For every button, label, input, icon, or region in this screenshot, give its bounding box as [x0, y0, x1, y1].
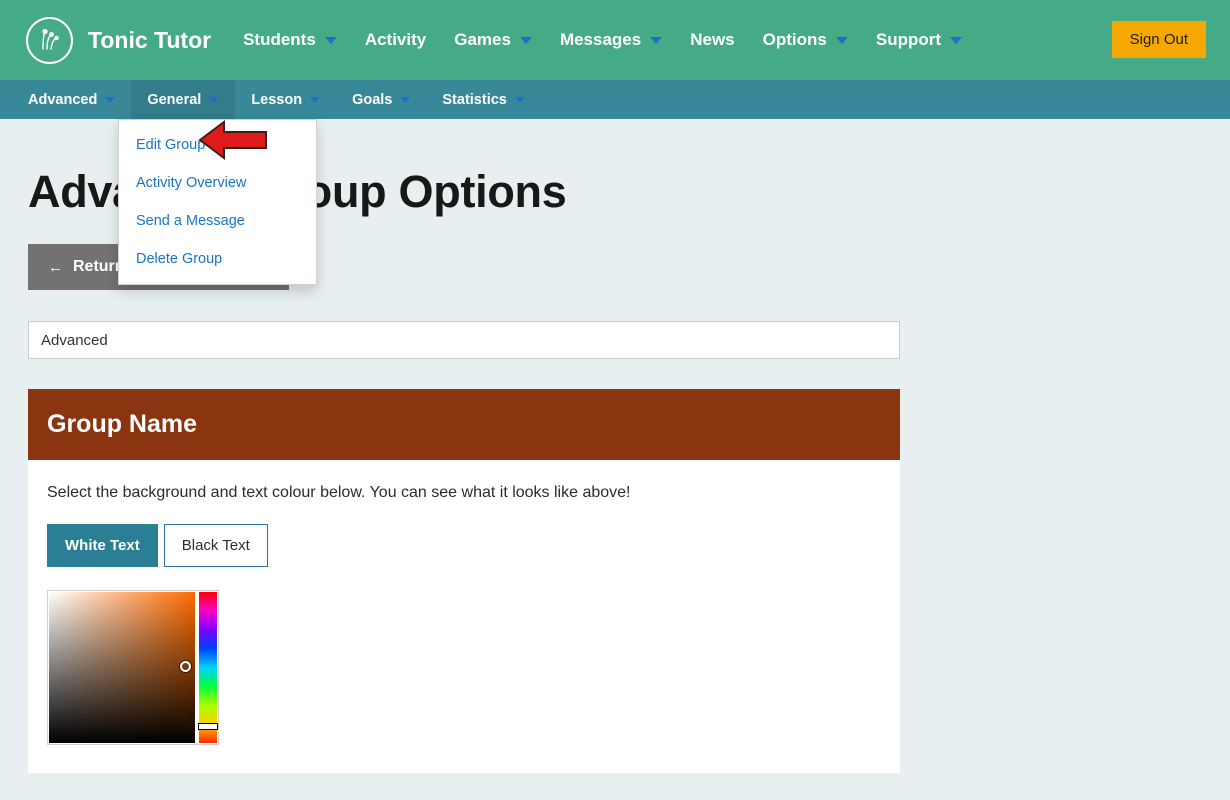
- subnav-item-label: Lesson: [251, 91, 303, 108]
- subnav-item-lesson[interactable]: Lesson: [235, 80, 336, 119]
- nav-item-messages[interactable]: Messages: [546, 22, 676, 58]
- nav-item-label: News: [690, 30, 735, 49]
- colour-panel-body: Select the background and text colour be…: [28, 460, 900, 773]
- group-name-colour-panel: Group Name Select the background and tex…: [28, 389, 900, 773]
- nav-item-label: Messages: [559, 30, 642, 49]
- arrow-left-icon: ←: [48, 258, 63, 276]
- dropdown-item-send-a-message[interactable]: Send a Message: [119, 202, 316, 240]
- nav-item-support[interactable]: Support: [862, 22, 976, 58]
- subnav-item-label: General: [147, 91, 202, 108]
- chevron-down-icon: [310, 96, 321, 103]
- subnav-item-statistics[interactable]: Statistics: [426, 80, 540, 119]
- colour-selector-handle[interactable]: [180, 661, 191, 672]
- subnav-item-general[interactable]: General: [131, 80, 236, 119]
- nav-item-games[interactable]: Games: [440, 22, 546, 58]
- sub-navbar: Advanced General Lesson Goals Statistics: [0, 80, 1230, 119]
- chevron-down-icon: [835, 36, 848, 44]
- nav-item-students[interactable]: Students: [229, 22, 351, 58]
- nav-item-options[interactable]: Options: [749, 22, 862, 58]
- saturation-value-area[interactable]: [49, 592, 195, 743]
- nav-item-label: Options: [762, 30, 827, 49]
- main-navbar: Tonic Tutor Students Activity Games Mess…: [0, 0, 1230, 80]
- chevron-down-icon: [400, 96, 411, 103]
- nav-item-label: Activity: [364, 30, 427, 49]
- tonic-tutor-logo-icon[interactable]: [26, 16, 73, 64]
- general-dropdown-menu: Edit Group Activity Overview Send a Mess…: [118, 119, 317, 285]
- dropdown-item-delete-group[interactable]: Delete Group: [119, 240, 316, 278]
- hue-slider[interactable]: [198, 592, 218, 743]
- dropdown-item-activity-overview[interactable]: Activity Overview: [119, 164, 316, 202]
- nav-item-label: Support: [875, 30, 942, 49]
- nav-item-news[interactable]: News: [676, 22, 748, 58]
- chevron-down-icon: [950, 36, 963, 44]
- group-name-input[interactable]: [28, 321, 900, 359]
- sign-out-button[interactable]: Sign Out: [1111, 21, 1206, 58]
- nav-item-label: Games: [454, 30, 511, 49]
- subnav-item-goals[interactable]: Goals: [336, 80, 426, 119]
- brand-title[interactable]: Tonic Tutor: [88, 27, 211, 54]
- colour-panel-description: Select the background and text colour be…: [47, 484, 631, 501]
- chevron-down-icon: [650, 36, 663, 44]
- group-name-preview-header: Group Name: [28, 389, 900, 460]
- subnav-item-advanced[interactable]: Advanced: [12, 80, 131, 119]
- subnav-item-label: Goals: [352, 91, 393, 108]
- chevron-down-icon: [324, 36, 337, 44]
- text-colour-button-group: White Text Black Text: [47, 524, 900, 567]
- black-text-button[interactable]: Black Text: [163, 524, 268, 567]
- colour-picker[interactable]: [47, 590, 219, 745]
- white-text-button[interactable]: White Text: [47, 524, 158, 567]
- chevron-down-icon: [209, 96, 220, 103]
- nav-item-activity[interactable]: Activity: [351, 22, 440, 58]
- navbar-items: Students Activity Games Messages News Op…: [229, 22, 976, 58]
- subnav-item-label: Advanced: [28, 91, 98, 108]
- chevron-down-icon: [514, 96, 525, 103]
- hue-slider-handle[interactable]: [198, 723, 218, 730]
- nav-item-label: Students: [243, 30, 316, 49]
- dropdown-item-edit-group[interactable]: Edit Group: [119, 126, 316, 164]
- subnav-item-label: Statistics: [442, 91, 507, 108]
- chevron-down-icon: [105, 96, 116, 103]
- chevron-down-icon: [519, 36, 532, 44]
- value-gradient: [49, 592, 195, 743]
